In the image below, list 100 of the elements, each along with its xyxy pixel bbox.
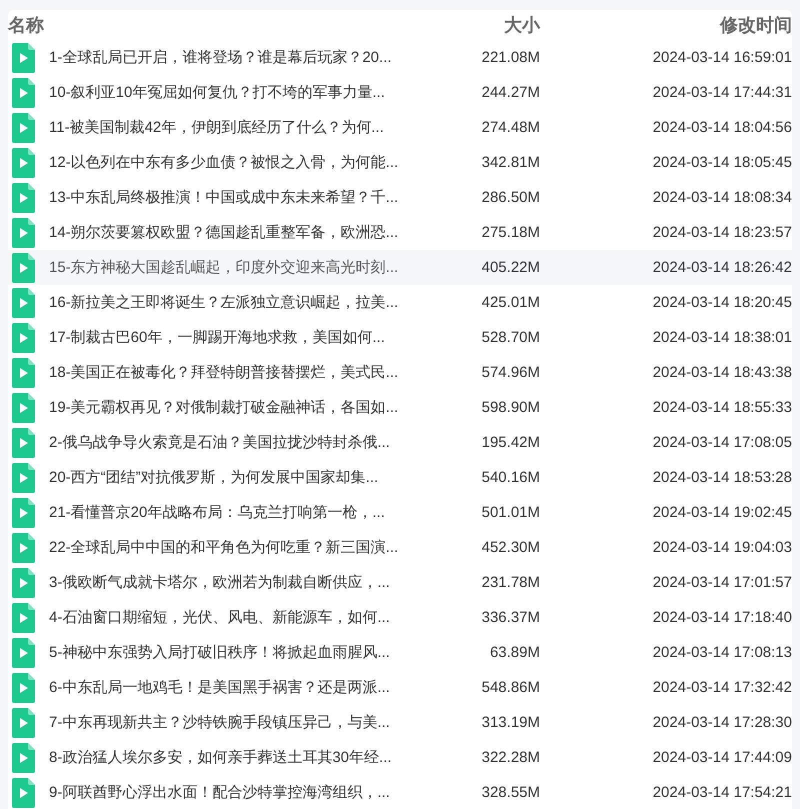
file-name: 1-全球乱局已开启，谁将登场？谁是幕后玩家？20... (49, 48, 392, 67)
video-file-icon (12, 638, 35, 668)
file-row[interactable]: 15-东方神秘大国趁乱崛起，印度外交迎来高光时刻... 405.22M 2024-03-14 18:26:42 (8, 250, 792, 285)
file-name: 20-西方“团结”对抗俄罗斯，为何发展中国家却集... (49, 468, 378, 487)
file-row[interactable]: 13-中东乱局终极推演！中国或成中东未来希望？千... 286.50M 2024-03-14 18:08:34 (8, 180, 792, 215)
file-size: 574.96M (482, 364, 540, 381)
video-file-icon (12, 742, 35, 772)
file-row[interactable]: 9-阿联酋野心浮出水面！配合沙特掌控海湾组织，... 328.55M 2024-03-14 17:54:21 (8, 775, 792, 809)
video-file-icon (12, 392, 35, 422)
video-file-icon (12, 462, 35, 492)
video-file-icon (12, 532, 35, 562)
modified-time: 2024-03-14 17:08:05 (652, 434, 792, 451)
modified-time: 2024-03-14 17:01:57 (652, 574, 792, 591)
video-file-icon (12, 322, 35, 352)
file-name: 11-被美国制裁42年，伊朗到底经历了什么？为何... (49, 118, 384, 137)
video-file-icon (12, 288, 35, 318)
file-row[interactable]: 6-中东乱局一地鸡毛！是美国黑手祸害？还是两派... 548.86M 2024-03-14 17:32:42 (8, 670, 792, 705)
file-row[interactable]: 22-全球乱局中中国的和平角色为何吃重？新三国演... 452.30M 2024-03-14 19:04:03 (8, 530, 792, 565)
file-name: 2-俄乌战争导火索竟是石油？美国拉拢沙特封杀俄... (49, 433, 390, 452)
file-row[interactable]: 2-俄乌战争导火索竟是石油？美国拉拢沙特封杀俄... 195.42M 2024-03-14 17:08:05 (8, 425, 792, 460)
video-file-icon (12, 148, 35, 178)
modified-time: 2024-03-14 16:59:01 (652, 49, 792, 66)
video-file-icon (12, 112, 35, 142)
video-file-icon (12, 42, 35, 72)
file-name: 8-政治猛人埃尔多安，如何亲手葬送土耳其30年经... (49, 748, 392, 767)
file-size: 63.89M (490, 644, 540, 661)
modified-time: 2024-03-14 19:02:45 (652, 504, 792, 521)
column-header[interactable]: 大小 (504, 13, 540, 37)
file-row[interactable]: 12-以色列在中东有多少血债？被恨之入骨，为何能... 342.81M 2024-03-14 18:05:45 (8, 145, 792, 180)
modified-time: 2024-03-14 18:08:34 (652, 189, 792, 206)
modified-time: 2024-03-14 17:32:42 (652, 679, 792, 696)
file-size: 405.22M (482, 259, 540, 276)
modified-time: 2024-03-14 18:23:57 (652, 224, 792, 241)
file-name: 22-全球乱局中中国的和平角色为何吃重？新三国演... (49, 538, 398, 557)
file-row[interactable]: 16-新拉美之王即将诞生？左派独立意识崛起，拉美... 425.01M 2024-03-14 18:20:45 (8, 285, 792, 320)
file-name: 6-中东乱局一地鸡毛！是美国黑手祸害？还是两派... (49, 678, 390, 697)
file-row[interactable]: 4-石油窗口期缩短，光伏、风电、新能源车，如何... 336.37M 2024-03-14 17:18:40 (8, 600, 792, 635)
file-row[interactable]: 3-俄欧断气成就卡塔尔，欧洲若为制裁自断供应，... 231.78M 2024-03-14 17:01:57 (8, 565, 792, 600)
file-name: 21-看懂普京20年战略布局：乌克兰打响第一枪，... (49, 503, 385, 522)
modified-time: 2024-03-14 17:28:30 (652, 714, 792, 731)
file-name: 7-中东再现新共主？沙特铁腕手段镇压异己，与美... (49, 713, 390, 732)
video-file-icon (12, 182, 35, 212)
video-file-icon (12, 358, 35, 388)
file-row[interactable]: 20-西方“团结”对抗俄罗斯，为何发展中国家却集... 540.16M 2024-03-14 18:53:28 (8, 460, 792, 495)
file-row[interactable]: 11-被美国制裁42年，伊朗到底经历了什么？为何... 274.48M 2024-03-14 18:04:56 (8, 110, 792, 145)
file-row[interactable]: 19-美元霸权再见？对俄制裁打破金融神话，各国如... 598.90M 2024-03-14 18:55:33 (8, 390, 792, 425)
file-row[interactable]: 5-神秘中东强势入局打破旧秩序！将掀起血雨腥风... 63.89M 2024-03-14 17:08:13 (8, 635, 792, 670)
file-size: 195.42M (482, 434, 540, 451)
modified-time: 2024-03-14 17:44:09 (652, 749, 792, 766)
column-header[interactable]: 修改时间 (720, 13, 792, 37)
file-size: 322.28M (482, 749, 540, 766)
file-name: 9-阿联酋野心浮出水面！配合沙特掌控海湾组织，... (49, 783, 390, 802)
file-size: 452.30M (482, 539, 540, 556)
file-name: 17-制裁古巴60年，一脚踢开海地求救，美国如何... (49, 328, 385, 347)
file-name: 16-新拉美之王即将诞生？左派独立意识崛起，拉美... (49, 293, 398, 312)
file-name: 18-美国正在被毒化？拜登特朗普接替摆烂，美式民... (49, 363, 398, 382)
modified-time: 2024-03-14 18:20:45 (652, 294, 792, 311)
video-file-icon (12, 568, 35, 598)
column-header[interactable]: 名称 (8, 13, 44, 37)
video-file-icon (12, 428, 35, 458)
file-size: 328.55M (482, 784, 540, 801)
modified-time: 2024-03-14 17:54:21 (652, 784, 792, 801)
video-file-icon (12, 498, 35, 528)
file-row[interactable]: 1-全球乱局已开启，谁将登场？谁是幕后玩家？20... 221.08M 2024-03-14 16:59:01 (8, 40, 792, 75)
file-size: 342.81M (482, 154, 540, 171)
video-file-icon (12, 252, 35, 282)
file-size: 313.19M (482, 714, 540, 731)
file-name: 15-东方神秘大国趁乱崛起，印度外交迎来高光时刻... (49, 258, 398, 277)
file-size: 548.86M (482, 679, 540, 696)
video-file-icon (12, 602, 35, 632)
file-name: 13-中东乱局终极推演！中国或成中东未来希望？千... (49, 188, 398, 207)
file-row[interactable]: 18-美国正在被毒化？拜登特朗普接替摆烂，美式民... 574.96M 2024-03-14 18:43:38 (8, 355, 792, 390)
file-name: 14-朔尔茨要篡权欧盟？德国趁乱重整军备，欧洲恐... (49, 223, 398, 242)
file-size: 221.08M (482, 49, 540, 66)
video-file-icon (12, 218, 35, 248)
file-row[interactable]: 17-制裁古巴60年，一脚踢开海地求救，美国如何... 528.70M 2024-03-14 18:38:01 (8, 320, 792, 355)
file-row[interactable]: 8-政治猛人埃尔多安，如何亲手葬送土耳其30年经... 322.28M 2024-03-14 17:44:09 (8, 740, 792, 775)
file-name: 10-叙利亚10年冤屈如何复仇？打不垮的军事力量... (49, 83, 385, 102)
file-name: 12-以色列在中东有多少血债？被恨之入骨，为何能... (49, 153, 398, 172)
file-size: 336.37M (482, 609, 540, 626)
file-row[interactable]: 10-叙利亚10年冤屈如何复仇？打不垮的军事力量... 244.27M 2024-03-14 17:44:31 (8, 75, 792, 110)
video-file-icon (12, 78, 35, 108)
modified-time: 2024-03-14 19:04:03 (652, 539, 792, 556)
file-size: 540.16M (482, 469, 540, 486)
video-file-icon (12, 672, 35, 702)
file-name: 4-石油窗口期缩短，光伏、风电、新能源车，如何... (49, 608, 390, 627)
modified-time: 2024-03-14 17:44:31 (652, 84, 792, 101)
file-size: 275.18M (482, 224, 540, 241)
modified-time: 2024-03-14 18:53:28 (652, 469, 792, 486)
file-row[interactable]: 7-中东再现新共主？沙特铁腕手段镇压异己，与美... 313.19M 2024-03-14 17:28:30 (8, 705, 792, 740)
file-size: 231.78M (482, 574, 540, 591)
file-size: 244.27M (482, 84, 540, 101)
file-name: 3-俄欧断气成就卡塔尔，欧洲若为制裁自断供应，... (49, 573, 390, 592)
modified-time: 2024-03-14 18:38:01 (652, 329, 792, 346)
modified-time: 2024-03-14 18:05:45 (652, 154, 792, 171)
file-row[interactable]: 14-朔尔茨要篡权欧盟？德国趁乱重整军备，欧洲恐... 275.18M 2024-03-14 18:23:57 (8, 215, 792, 250)
file-size: 528.70M (482, 329, 540, 346)
file-row[interactable]: 21-看懂普京20年战略布局：乌克兰打响第一枪，... 501.01M 2024-03-14 19:02:45 (8, 495, 792, 530)
file-size: 274.48M (482, 119, 540, 136)
file-name: 5-神秘中东强势入局打破旧秩序！将掀起血雨腥风... (49, 643, 390, 662)
